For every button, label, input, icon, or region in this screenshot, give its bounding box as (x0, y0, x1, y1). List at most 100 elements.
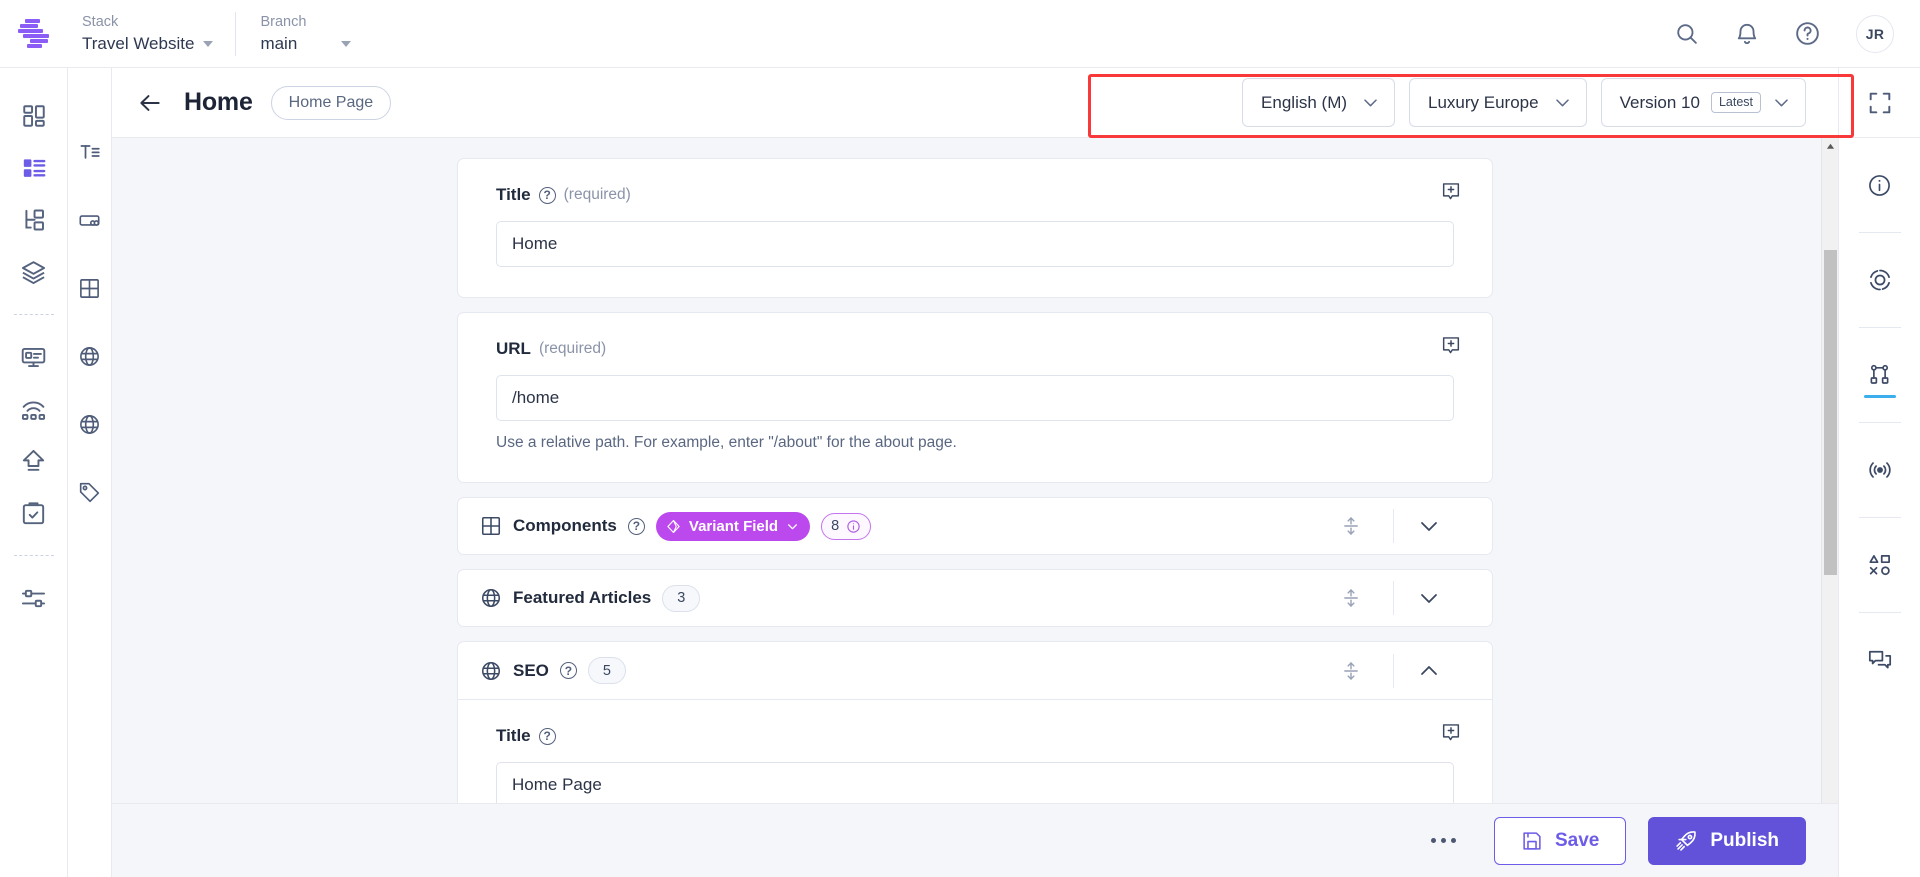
field-nav-url[interactable] (73, 194, 107, 246)
featured-articles-count-badge: 3 (662, 584, 701, 612)
locale-dropdown-value: English (M) (1261, 92, 1348, 112)
section-components: Components ? Variant Field 8 (457, 497, 1493, 555)
help-icon[interactable]: ? (538, 727, 556, 745)
variant-dropdown-value: Luxury Europe (1428, 92, 1539, 112)
app-root: Stack Travel Website Branch main JR Home… (0, 0, 1920, 877)
expand-section-icon[interactable] (1404, 514, 1454, 538)
right-sidebar-divider (1858, 232, 1901, 233)
field-nav-seo[interactable] (73, 398, 107, 450)
variant-dropdown[interactable]: Luxury Europe (1409, 78, 1587, 127)
save-icon (1521, 830, 1543, 852)
scroll-up-arrow[interactable] (1822, 138, 1838, 155)
chevron-down-icon (1553, 93, 1572, 112)
vertical-scrollbar[interactable] (1821, 138, 1838, 877)
rocket-icon (1675, 829, 1698, 852)
help-icon[interactable]: ? (538, 186, 556, 204)
sidebar-item-workflows[interactable] (11, 487, 57, 539)
bell-icon[interactable] (1732, 19, 1762, 49)
references-icon[interactable] (1856, 350, 1904, 400)
stack-selector[interactable]: Stack Travel Website (82, 12, 235, 56)
sidebar-divider (13, 314, 54, 315)
publish-button[interactable]: Publish (1648, 816, 1806, 865)
components-label: Components (513, 516, 617, 535)
chevron-down-icon (786, 520, 799, 533)
divider (1393, 581, 1394, 615)
back-arrow-icon[interactable] (130, 83, 170, 123)
chevron-down-icon (1772, 93, 1791, 112)
version-dropdown[interactable]: Version 10 Latest (1600, 78, 1806, 127)
seo-count-badge: 5 (587, 657, 626, 684)
grid-icon (480, 515, 502, 537)
branch-selector[interactable]: Branch main (235, 11, 373, 56)
field-nav-title[interactable] (73, 126, 107, 178)
url-required-text: (required) (538, 340, 607, 357)
field-nav-tags[interactable] (73, 466, 107, 518)
add-comment-icon[interactable] (1440, 722, 1462, 749)
scrollbar-thumb[interactable] (1824, 250, 1837, 575)
focus-target-icon[interactable] (1856, 255, 1904, 305)
help-icon[interactable] (1792, 19, 1822, 49)
avatar[interactable]: JR (1856, 14, 1894, 53)
sidebar-item-entries[interactable] (11, 142, 57, 194)
more-options-icon[interactable] (1415, 838, 1472, 843)
fullscreen-icon[interactable] (1839, 68, 1920, 138)
title-required-text: (required) (563, 186, 631, 203)
sidebar-item-releases[interactable] (11, 383, 57, 435)
comments-icon[interactable] (1856, 635, 1904, 685)
right-sidebar-divider (1858, 422, 1901, 423)
content-type-chip[interactable]: Home Page (270, 85, 392, 120)
search-icon[interactable] (1672, 19, 1702, 49)
reorder-handle-icon[interactable] (1325, 515, 1377, 537)
globe-icon (480, 587, 502, 609)
components-count-badge[interactable]: 8 (821, 512, 872, 540)
sidebar-item-publish-queue[interactable] (11, 435, 57, 487)
title-input[interactable] (496, 221, 1454, 267)
sidebar-item-dashboard[interactable] (11, 90, 57, 142)
contentstack-logo[interactable] (16, 16, 52, 52)
section-featured-articles: Featured Articles 3 (457, 569, 1493, 627)
globe-icon (480, 660, 502, 682)
right-sidebar-divider (1858, 517, 1901, 518)
chevron-down-icon (1361, 93, 1380, 112)
primary-sidebar (0, 68, 68, 877)
sidebar-item-environments[interactable] (11, 331, 57, 383)
variant-diamond-icon (666, 519, 681, 534)
seo-title-input[interactable] (496, 762, 1454, 808)
sidebar-divider (13, 555, 54, 556)
version-dropdown-value: Version 10 (1619, 92, 1700, 112)
field-nav-components[interactable] (73, 262, 107, 314)
main-canvas: Home Home Page English (M) Luxury Europe (112, 68, 1838, 877)
divider (1393, 653, 1394, 688)
url-input[interactable] (496, 375, 1454, 421)
global-topbar: Stack Travel Website Branch main JR (0, 0, 1920, 68)
variant-field-pill[interactable]: Variant Field (655, 511, 811, 541)
right-sidebar-divider (1858, 612, 1901, 613)
field-navigation-sidebar (68, 68, 112, 877)
url-helper-text: Use a relative path. For example, enter … (496, 434, 957, 451)
save-button[interactable]: Save (1494, 816, 1627, 865)
page-header: Home Home Page English (M) Luxury Europe (112, 68, 1838, 138)
latest-badge: Latest (1710, 92, 1761, 113)
info-icon (846, 519, 861, 534)
sidebar-item-settings[interactable] (11, 572, 57, 624)
expand-section-icon[interactable] (1404, 586, 1454, 610)
help-icon[interactable]: ? (627, 517, 645, 535)
add-comment-icon[interactable] (1440, 181, 1462, 208)
sidebar-item-assets[interactable] (11, 246, 57, 298)
info-icon[interactable] (1856, 160, 1904, 210)
locale-dropdown[interactable]: English (M) (1242, 78, 1396, 127)
stack-value: Travel Website (82, 33, 195, 53)
field-nav-featured-articles[interactable] (73, 330, 107, 382)
broadcast-icon[interactable] (1856, 445, 1904, 495)
add-comment-icon[interactable] (1440, 335, 1462, 362)
sidebar-item-content-types[interactable] (11, 194, 57, 246)
help-icon[interactable]: ? (559, 662, 577, 679)
reorder-handle-icon[interactable] (1325, 660, 1377, 682)
shapes-icon[interactable] (1856, 540, 1904, 590)
breadcrumb: Stack Travel Website Branch main (68, 11, 373, 56)
reorder-handle-icon[interactable] (1325, 587, 1377, 609)
section-seo: SEO ? 5 (457, 641, 1493, 699)
page-header-controls: English (M) Luxury Europe Version 10 Lat… (1242, 78, 1812, 127)
collapse-section-icon[interactable] (1404, 659, 1454, 683)
url-field-label: URL (496, 339, 531, 358)
